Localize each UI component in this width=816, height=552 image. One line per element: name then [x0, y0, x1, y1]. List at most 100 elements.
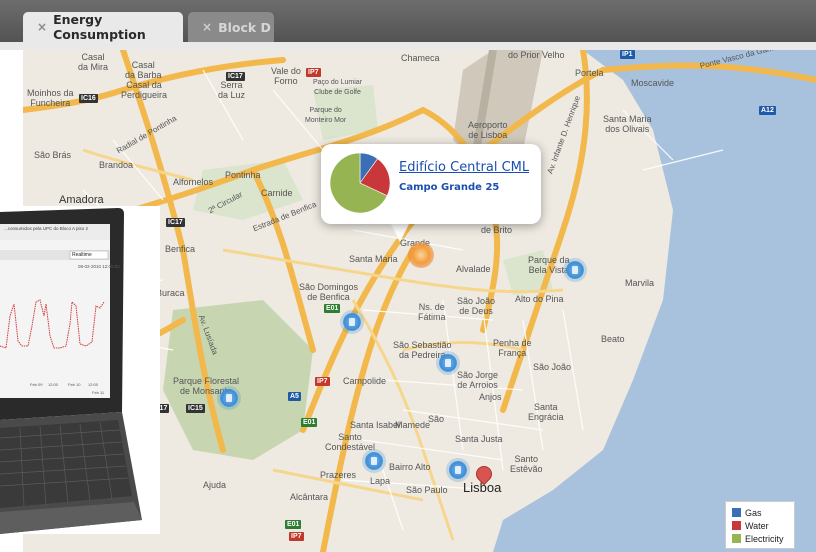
map-label: Amadora — [59, 194, 104, 206]
close-icon[interactable]: × — [37, 20, 47, 34]
map-label: Prazeres — [320, 470, 357, 480]
building-link[interactable]: Edifício Central CML — [399, 160, 529, 175]
road-tag: IP7 — [289, 532, 304, 541]
legend-swatch — [732, 521, 741, 530]
road-tag: IC17 — [166, 218, 185, 227]
laptop-header-text: ...consumidos pela UPC do Bloco A piso 2 — [4, 226, 89, 231]
road-tag: IC15 — [186, 404, 205, 413]
building-marker[interactable] — [365, 452, 383, 470]
map-label: Santo Estêvão — [510, 454, 543, 474]
laptop-xlabel: 12:00 — [88, 382, 99, 387]
map-legend: Gas Water Electricity — [725, 501, 795, 549]
building-marker[interactable] — [566, 261, 584, 279]
legend-label: Gas — [745, 507, 762, 518]
building-popup: Edifício Central CML Campo Grande 25 — [321, 144, 541, 224]
road-tag: E01 — [285, 520, 302, 529]
laptop-xlabel: Feb 09 — [30, 382, 43, 387]
building-marker[interactable] — [439, 354, 457, 372]
app-window: × Energy Consumption × Block D Casal da … — [0, 0, 816, 552]
map-label: Santa Isabel — [350, 420, 401, 430]
road-tag: A12 — [759, 106, 776, 115]
laptop-dropdown: Realtime — [72, 252, 92, 258]
map-label: Ajuda — [203, 480, 227, 490]
map-label: Alfornelos — [173, 177, 214, 187]
laptop-timestamp: 08-02-2010 12:00:00 — [78, 264, 120, 269]
map-label: Campolide — [343, 376, 387, 386]
building-marker-selected[interactable] — [408, 242, 434, 268]
map-label: Carnide — [261, 188, 293, 198]
tab-block-d[interactable]: × Block D — [188, 12, 274, 42]
map-label: São Brás — [34, 150, 72, 160]
road-tag: E01 — [324, 304, 341, 313]
map-label: Santa Engrácia — [528, 402, 564, 422]
road-tag: IC16 — [79, 94, 98, 103]
map-label: Santa Justa — [455, 434, 503, 444]
map-label: Paço do Lumiar Clube de Golfe — [313, 79, 363, 96]
laptop-image: ...consumidos pela UPC do Bloco A piso 2… — [0, 206, 160, 534]
tab-bar: × Energy Consumption × Block D — [0, 0, 816, 42]
map-label: Casal da Barba — [125, 60, 162, 80]
legend-swatch — [732, 534, 741, 543]
map-label: Beato — [601, 334, 625, 344]
tab-content-border — [0, 42, 816, 50]
map-label: Marvila — [625, 278, 655, 288]
laptop-xlabel: Feb 10 — [68, 382, 81, 387]
tab-label: Block D — [218, 19, 271, 35]
map-label: Parque da Bela Vista — [528, 255, 570, 275]
map-label: São Jorge de Arroios — [457, 370, 499, 390]
legend-item: Gas — [732, 506, 788, 519]
map-label: Casal da Perdigueira — [121, 80, 168, 100]
map-label: Mamede — [395, 420, 431, 430]
map-label: Penha de França — [493, 338, 532, 358]
map-label: Santa Maria — [349, 254, 398, 264]
map-label: Pontinha — [225, 170, 261, 180]
road-tag: A5 — [288, 392, 301, 401]
legend-item: Electricity — [732, 532, 788, 545]
map-label: Serra da Luz — [218, 80, 246, 100]
building-marker[interactable] — [220, 389, 238, 407]
map-label: Moinhos da Funcheira — [27, 88, 74, 108]
map-label: Chameca — [401, 53, 440, 63]
building-address: Campo Grande 25 — [399, 182, 500, 193]
map-label: Bairro Alto — [389, 462, 431, 472]
tab-energy-consumption[interactable]: × Energy Consumption — [23, 12, 183, 42]
map-label: Moscavide — [631, 78, 675, 88]
map-label: São Paulo — [406, 485, 448, 495]
map-label-lisboa: Lisboa — [463, 480, 502, 495]
map-label: Brandoa — [99, 160, 134, 170]
map-label: Anjos — [479, 392, 502, 402]
map-label: São João de Deus — [457, 296, 496, 316]
building-marker[interactable] — [343, 313, 361, 331]
map-label: Parque do Monteiro Mor — [305, 107, 347, 124]
legend-item: Water — [732, 519, 788, 532]
road-tag: IP7 — [315, 377, 330, 386]
map-label: Casal da Mira — [78, 52, 109, 72]
laptop-xlabel: 12:00 — [48, 382, 59, 387]
laptop-footer: Feb 11 — [92, 390, 105, 395]
map-label: Benfica — [165, 244, 196, 254]
map-label: Santo Condestável — [325, 432, 376, 452]
tab-label: Energy Consumption — [53, 12, 146, 42]
map-label: Santa Maria dos Olivais — [603, 114, 652, 134]
building-marker[interactable] — [449, 461, 467, 479]
map-label: Portela — [575, 68, 604, 78]
map-label: Alcântara — [290, 492, 329, 502]
road-tag: E01 — [301, 418, 318, 427]
map-label: Ns. de Fátima — [418, 302, 446, 322]
map-label: Alto do Pina — [515, 294, 564, 304]
road-tag: IP7 — [306, 68, 321, 77]
map-label: do Prior Velho — [508, 50, 565, 60]
map-label: Lapa — [370, 476, 391, 486]
legend-label: Electricity — [745, 533, 784, 544]
map-label: São Domingos de Benfica — [299, 282, 359, 302]
consumption-pie-chart — [329, 152, 391, 214]
close-icon[interactable]: × — [202, 20, 212, 34]
map-label: Alvalade — [456, 264, 491, 274]
map-label: Aeroporto de Lisboa — [468, 120, 508, 140]
legend-label: Water — [745, 520, 769, 531]
map-label: São João — [533, 362, 572, 372]
map-label: de Brito — [481, 225, 513, 235]
map-label: Buraca — [156, 288, 185, 298]
map-label: Vale do Forno — [271, 66, 301, 86]
road-tag: IP1 — [620, 50, 635, 59]
